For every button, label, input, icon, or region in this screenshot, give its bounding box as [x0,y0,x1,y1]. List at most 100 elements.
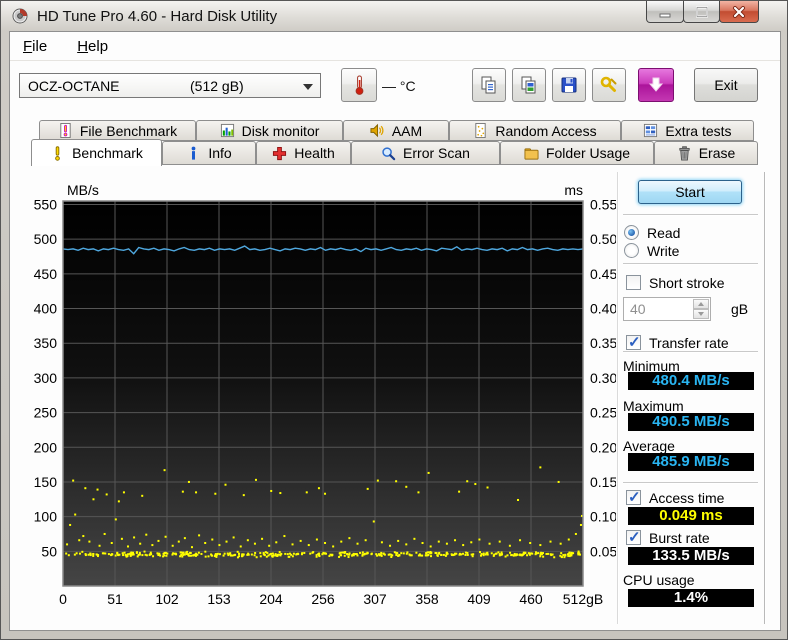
average-value: 485.9 MB/s [628,453,754,471]
tab-label: Error Scan [403,145,470,161]
svg-text:50: 50 [41,543,57,559]
save-button[interactable] [552,68,586,102]
tab-label: Extra tests [665,122,732,139]
write-label[interactable]: Write [647,243,679,259]
access-time-checkbox[interactable] [626,488,641,506]
svg-text:0.25: 0.25 [590,405,616,421]
maximum-value: 490.5 MB/s [628,413,754,431]
temperature-display: — °C [382,78,416,94]
cpu-usage-label: CPU usage [623,572,695,588]
separator [623,263,758,265]
copy-image-icon [521,76,536,94]
tab-label: Health [294,145,335,161]
folder-usage-icon [524,146,539,161]
start-button[interactable]: Start [638,180,742,204]
short-stroke-checkbox[interactable] [626,275,641,290]
drive-selector[interactable]: OCZ-OCTANE (512 gB) [19,73,321,98]
svg-text:204: 204 [259,591,283,607]
extra-tests-icon [643,123,658,138]
svg-text:0.10: 0.10 [590,509,616,525]
triangle-up-icon [698,302,704,306]
exit-button[interactable]: Exit [694,68,758,102]
svg-text:400: 400 [34,301,58,317]
transfer-rate-label[interactable]: Transfer rate [649,335,729,351]
svg-text:409: 409 [467,591,491,607]
copy-text-button[interactable] [472,68,506,102]
window-title: HD Tune Pro 4.60 - Hard Disk Utility [37,7,278,25]
tab-erase[interactable]: Erase [654,141,758,165]
tab-aam[interactable]: AAM [343,120,449,141]
transfer-rate-checkbox[interactable] [626,333,641,351]
svg-text:450: 450 [34,266,58,282]
menu-file[interactable]: File [19,36,51,57]
svg-text:256: 256 [311,591,335,607]
short-stroke-unit: gB [731,301,749,317]
svg-text:307: 307 [363,591,387,607]
benchmark-chart: MB/s ms550 0.55500 0.50450 0.45400 0.40350 0.3… [34,182,616,607]
disk-monitor-icon [220,123,235,138]
page-edge-line [764,172,766,624]
separator [623,482,758,484]
access-time-label[interactable]: Access time [649,490,724,506]
copy-image-button[interactable] [512,68,546,102]
app-window: HD Tune Pro 4.60 - Hard Disk Utility Fil… [0,0,788,640]
options-button[interactable] [592,68,626,102]
tab-disk-monitor[interactable]: Disk monitor [196,120,343,141]
erase-icon [677,145,692,161]
close-icon [733,5,745,18]
svg-text:0.20: 0.20 [590,439,616,455]
svg-text:0.30: 0.30 [590,370,616,386]
burst-rate-label[interactable]: Burst rate [649,530,710,546]
svg-text:51: 51 [107,591,123,607]
tab-label: Benchmark [72,145,143,161]
short-stroke-size-value: 40 [630,301,646,317]
read-label[interactable]: Read [647,225,680,241]
save-icon [561,77,577,93]
copy-text-icon [481,76,496,94]
tab-label: Random Access [495,122,597,139]
temperature-button[interactable] [341,68,377,102]
tab-info[interactable]: Info [162,141,256,165]
tab-folder-usage[interactable]: Folder Usage [500,141,654,165]
tab-label: File Benchmark [79,122,178,139]
svg-text:MB/s: MB/s [67,182,99,198]
tab-random-access[interactable]: Random Access [449,120,621,141]
spinner-arrows [693,299,709,319]
average-label: Average [623,438,675,454]
separator [623,351,758,353]
read-radio[interactable] [624,225,639,240]
short-stroke-label[interactable]: Short stroke [649,275,724,291]
tab-health[interactable]: Health [256,141,351,165]
write-radio[interactable] [624,243,639,258]
spinner-down-button[interactable] [693,309,709,319]
short-stroke-size-input[interactable]: 40 [623,297,711,321]
tab-label: Erase [698,145,736,161]
file-benchmark-icon [58,123,73,138]
maximum-label: Maximum [623,398,684,414]
access-time-value: 0.049 ms [628,507,754,525]
tab-benchmark[interactable]: Benchmark [31,139,162,166]
svg-text:102: 102 [155,591,179,607]
tab-file-benchmark[interactable]: File Benchmark [39,120,196,141]
tab-error-scan[interactable]: Error Scan [351,141,500,165]
svg-text:0.40: 0.40 [590,301,616,317]
tab-label: Info [208,145,232,161]
chevron-down-icon [303,84,313,90]
spinner-up-button[interactable] [693,299,709,309]
thermometer-icon [355,75,364,95]
separator [623,214,758,216]
burst-rate-checkbox[interactable] [626,528,641,546]
benchmark-icon [50,145,65,161]
menu-help[interactable]: Help [73,36,112,57]
maximize-button[interactable] [683,1,720,23]
menu-bar: File Help [10,32,780,61]
tab-label: AAM [391,122,423,139]
cpu-usage-value: 1.4% [628,589,754,607]
tab-extra-tests[interactable]: Extra tests [621,120,754,141]
options-icon [600,76,617,92]
download-button[interactable] [638,68,674,102]
titlebar[interactable]: HD Tune Pro 4.60 - Hard Disk Utility [1,1,787,31]
svg-text:512gB: 512gB [563,591,603,607]
minimize-button[interactable] [646,1,684,23]
close-button[interactable] [719,1,759,23]
